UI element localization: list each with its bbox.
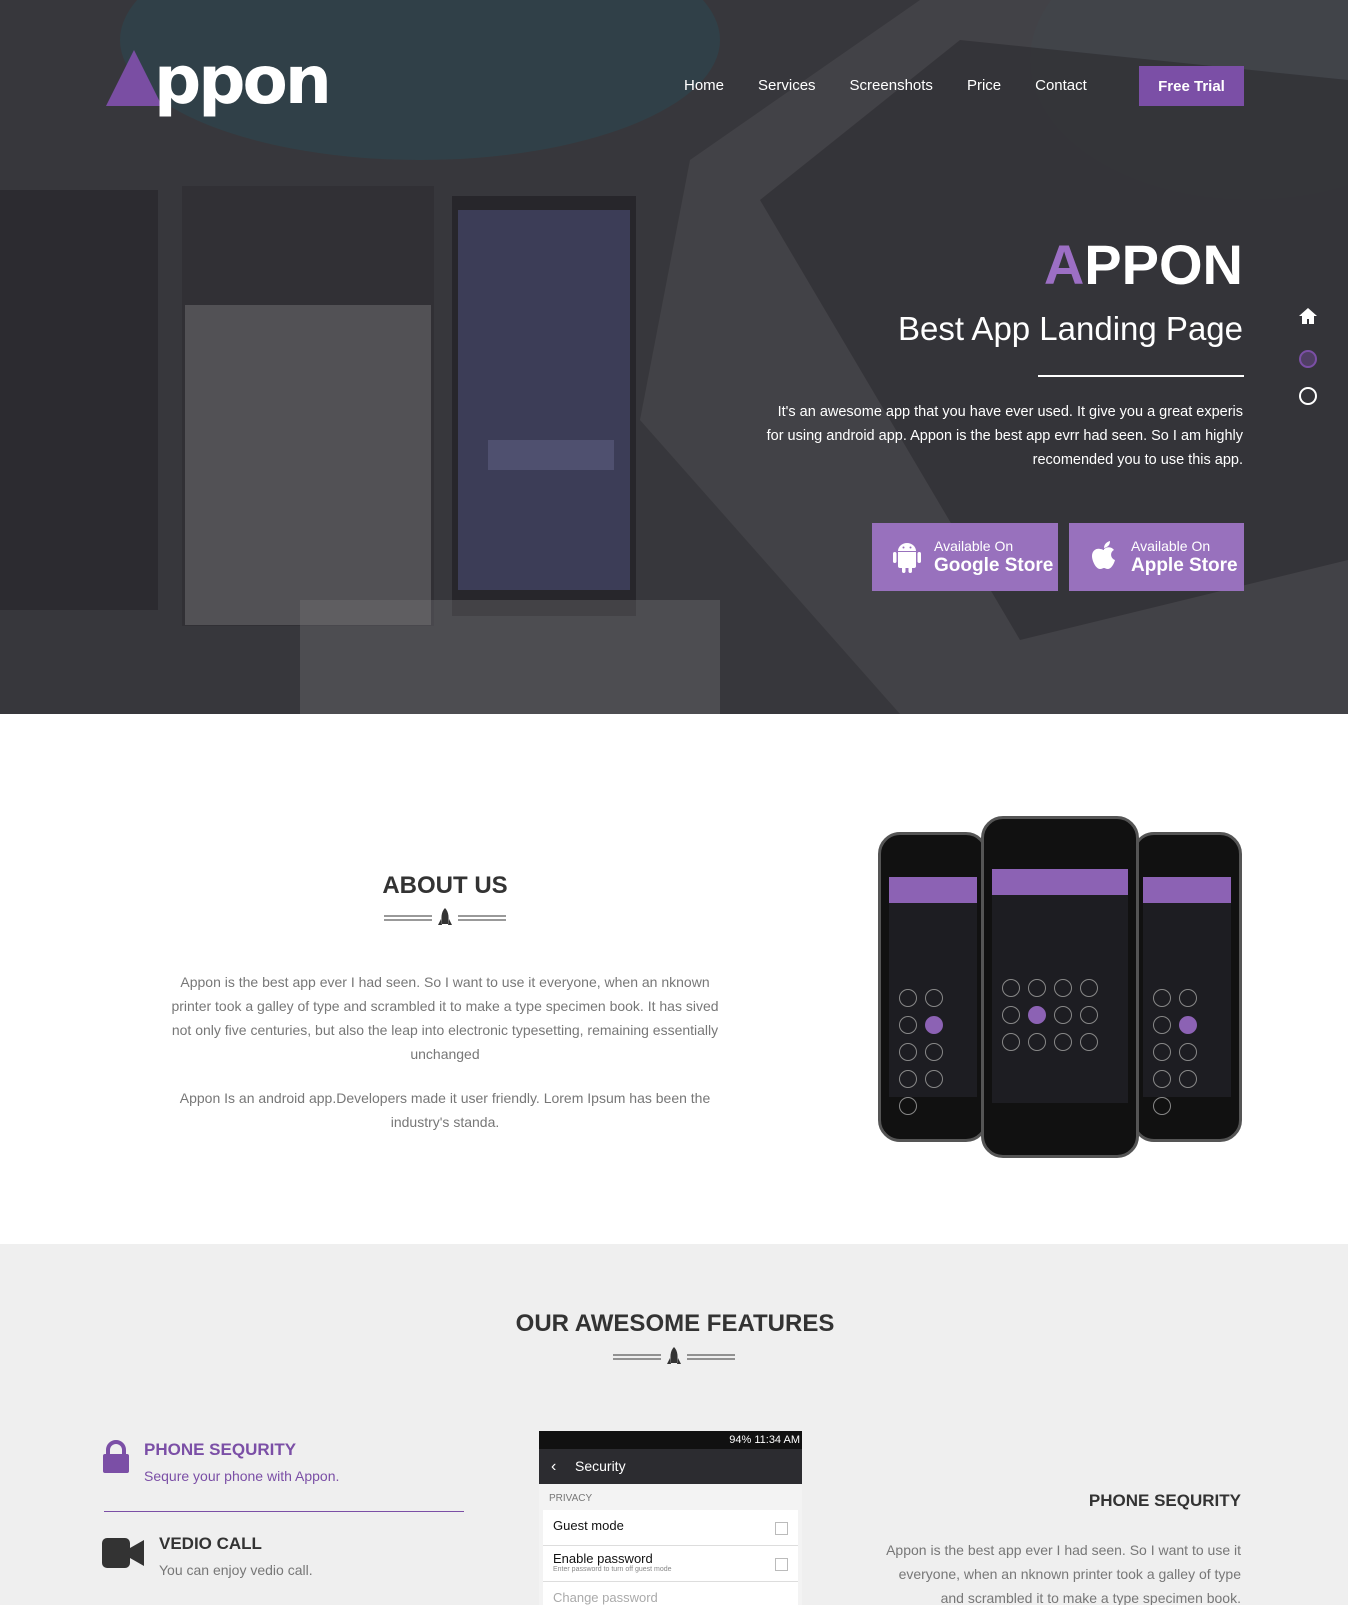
hero-title-first: A: [1043, 233, 1085, 296]
lock-icon: [103, 1440, 129, 1473]
feature-security-title: PHONE SEQURITY: [144, 1440, 297, 1459]
feature-separator: [104, 1511, 464, 1512]
about-title-divider: [384, 908, 506, 925]
features-title: OUR AWESOME FEATURES: [515, 1310, 835, 1337]
hero-section: ppon Home Services Screenshots Price Con…: [0, 0, 1348, 714]
screenshot-row-guest-mode: Guest mode: [543, 1510, 798, 1546]
security-screenshot: 94% 11:34 AM ‹ Security PRIVACY Guest mo…: [539, 1431, 802, 1605]
screenshot-row-password-label: Enable password: [553, 1551, 653, 1566]
screenshot-status-bar: 94% 11:34 AM: [539, 1431, 802, 1449]
nav-screenshots[interactable]: Screenshots: [850, 77, 933, 94]
screenshot-row-enable-password: Enable password Enter password to turn o…: [543, 1546, 798, 1582]
features-section: OUR AWESOME FEATURES PHONE SEQURITY Sequ…: [0, 1244, 1348, 1605]
hero-subtitle: Best App Landing Page: [898, 310, 1243, 347]
checkbox-icon: [775, 1522, 788, 1535]
about-paragraph-2: Appon Is an android app.Developers made …: [179, 1090, 711, 1130]
hero-title: APPON: [1044, 232, 1243, 297]
nav-contact[interactable]: Contact: [1035, 77, 1087, 94]
apple-store-small: Available On: [1131, 537, 1211, 554]
checkbox-icon: [775, 1558, 788, 1571]
hero-title-rest: PPON: [1084, 233, 1243, 296]
nav-home[interactable]: Home: [684, 77, 724, 94]
nav-dot-2[interactable]: [1299, 350, 1317, 368]
logo-text: ppon: [154, 42, 332, 119]
nav-dot-3[interactable]: [1299, 387, 1317, 405]
free-trial-button[interactable]: Free Trial: [1139, 66, 1244, 106]
feature-video-call: VEDIO CALL You can enjoy vedio call.: [102, 1534, 313, 1578]
screenshot-row-password-hint: Enter password to turn off guest mode: [553, 1566, 672, 1573]
phone-center: [981, 816, 1139, 1158]
nav-price[interactable]: Price: [967, 77, 1001, 94]
screenshot-header: ‹ Security: [539, 1449, 802, 1484]
feature-video-title: VEDIO CALL: [159, 1534, 262, 1553]
main-nav: Home Services Screenshots Price Contact: [684, 77, 1121, 94]
section-nav-dots: [1298, 306, 1320, 405]
right-feature-title: PHONE SEQURITY: [1088, 1491, 1241, 1510]
screenshot-category: PRIVACY: [549, 1493, 593, 1504]
screenshot-header-title: Security: [575, 1458, 626, 1474]
phones-mockup-image: [875, 812, 1245, 1192]
back-arrow-icon: ‹: [551, 1458, 557, 1475]
hero-divider: [1038, 375, 1244, 377]
home-icon[interactable]: [1298, 306, 1318, 326]
feature-security: PHONE SEQURITY Sequre your phone with Ap…: [102, 1440, 339, 1484]
phone-right: [1132, 832, 1242, 1142]
about-paragraph-1: Appon is the best app ever I had seen. S…: [171, 974, 719, 1062]
feature-security-desc: Sequre your phone with Appon.: [144, 1468, 340, 1484]
nav-services[interactable]: Services: [758, 77, 816, 94]
screenshot-row-change-password: Change password: [543, 1582, 798, 1605]
right-feature-text: Appon is the best app ever I had seen. S…: [886, 1542, 1241, 1605]
brand-logo[interactable]: ppon: [106, 42, 338, 124]
hero-description: It's an awesome app that you have ever u…: [766, 404, 1243, 468]
apple-store-button[interactable]: Available On Apple Store: [1069, 523, 1244, 591]
features-title-divider: [613, 1347, 735, 1364]
apple-icon: [1092, 541, 1115, 569]
google-store-button[interactable]: Available On Google Store: [872, 523, 1058, 591]
apple-store-big: Apple Store: [1131, 554, 1238, 576]
google-store-big: Google Store: [934, 554, 1054, 576]
android-icon: [893, 543, 921, 573]
video-camera-icon: [102, 1538, 144, 1568]
google-store-small: Available On: [934, 537, 1014, 554]
feature-video-desc: You can enjoy vedio call.: [159, 1562, 313, 1578]
phone-left: [878, 832, 988, 1142]
screenshot-row-guest-label: Guest mode: [553, 1518, 624, 1533]
about-title: ABOUT US: [382, 872, 508, 899]
